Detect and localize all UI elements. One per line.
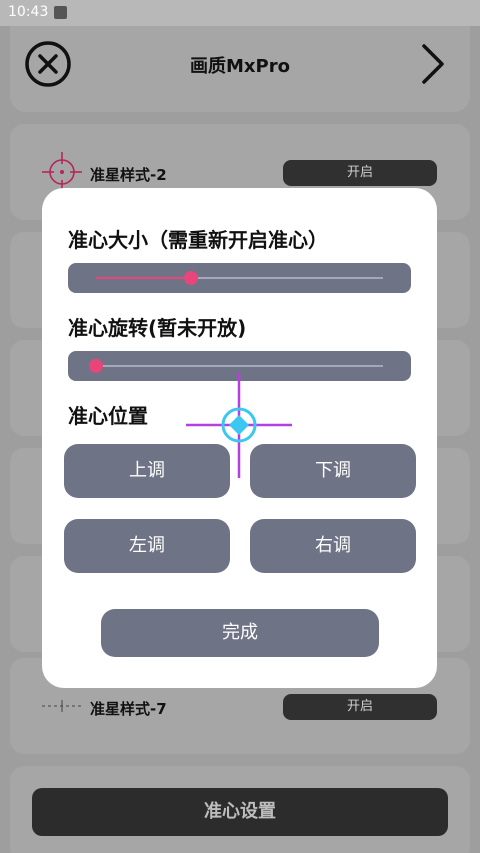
move-up-button[interactable]: 上调 bbox=[64, 444, 230, 498]
page-title: 画质MxPro bbox=[190, 56, 290, 77]
rotation-heading: 准心旋转(暂未开放) bbox=[68, 316, 247, 340]
done-button[interactable]: 完成 bbox=[101, 609, 379, 657]
next-button[interactable] bbox=[416, 42, 450, 86]
crosshair-style-icon bbox=[42, 152, 82, 192]
rotation-slider-thumb[interactable] bbox=[89, 359, 103, 373]
crosshair-settings-button[interactable]: 准心设置 bbox=[32, 788, 448, 836]
size-slider-thumb[interactable] bbox=[183, 271, 198, 285]
move-left-button[interactable]: 左调 bbox=[64, 519, 230, 573]
crosshair-dialog: 准心大小（需重新开启准心） 准心旋转(暂未开放) 准心位置 上调 下调 左调 右… bbox=[42, 188, 437, 688]
chevron-right-icon bbox=[422, 44, 444, 84]
status-time: 10:43 bbox=[8, 4, 49, 20]
move-down-button[interactable]: 下调 bbox=[250, 444, 416, 498]
style-label: 准星样式-7 bbox=[90, 700, 167, 718]
size-slider[interactable] bbox=[68, 263, 411, 293]
style-toggle-button[interactable]: 开启 bbox=[283, 694, 437, 720]
style-toggle-button[interactable]: 开启 bbox=[283, 160, 437, 186]
notification-icon bbox=[54, 6, 67, 19]
rotation-slider-track bbox=[96, 365, 383, 367]
size-heading: 准心大小（需重新开启准心） bbox=[68, 228, 328, 252]
size-slider-fill bbox=[96, 277, 191, 279]
status-bar: 10:43 bbox=[0, 0, 480, 26]
crosshair-style-icon bbox=[42, 686, 82, 726]
style-label: 准星样式-2 bbox=[90, 166, 167, 184]
move-right-button[interactable]: 右调 bbox=[250, 519, 416, 573]
position-heading: 准心位置 bbox=[68, 404, 148, 428]
